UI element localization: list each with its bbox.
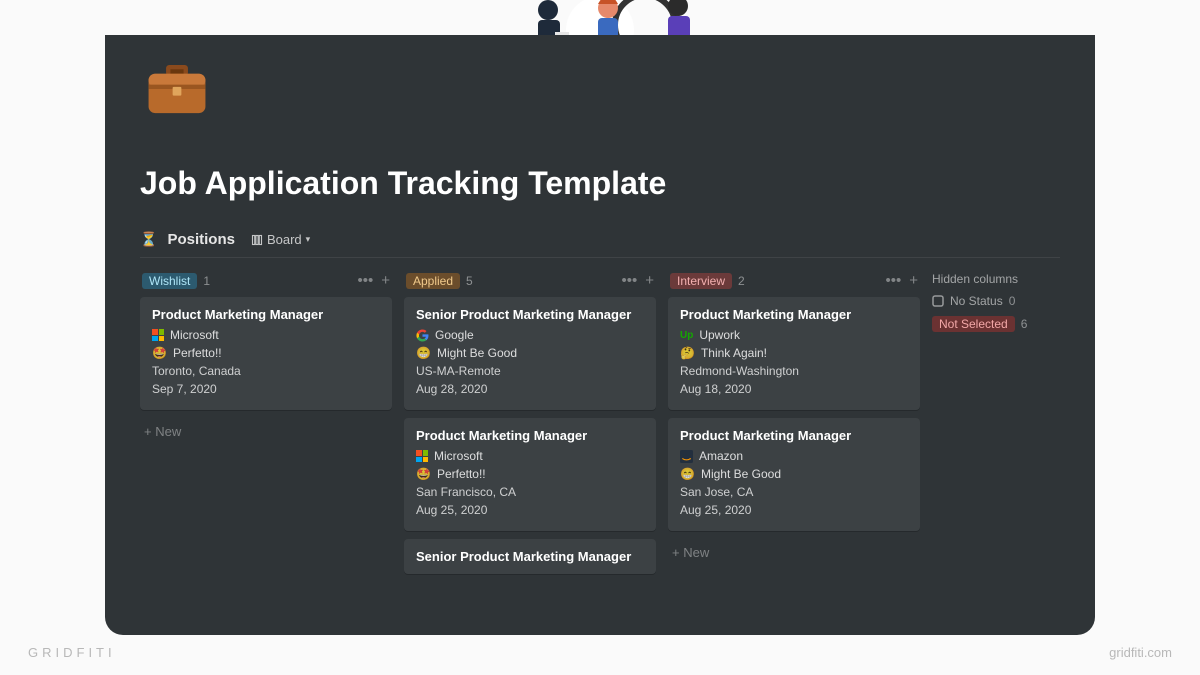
fit-emoji: 🤩	[152, 346, 167, 360]
card[interactable]: Senior Product Marketing Manager Google …	[404, 297, 656, 410]
card-title: Product Marketing Manager	[416, 428, 644, 443]
view-picker[interactable]: Board ▾	[245, 230, 316, 249]
page-title: Job Application Tracking Template	[140, 165, 1060, 202]
amazon-icon	[680, 450, 693, 463]
card[interactable]: Product Marketing Manager Up Upwork 🤔 Th…	[668, 297, 920, 410]
card-date: Aug 25, 2020	[416, 503, 644, 517]
fit-emoji: 😁	[416, 346, 431, 360]
app-window: Job Application Tracking Template ⏳ Posi…	[105, 35, 1095, 635]
database-icon: ⏳	[140, 231, 157, 248]
column-tag-not-selected: Not Selected	[932, 316, 1015, 332]
column-tag-applied[interactable]: Applied	[406, 273, 460, 289]
card-location: US-MA-Remote	[416, 364, 644, 378]
column-interview: Interview 2 ••• + Product Marketing Mana…	[668, 270, 920, 566]
chevron-down-icon: ▾	[306, 234, 311, 245]
column-count: 1	[203, 274, 210, 288]
card-location: Redmond-Washington	[680, 364, 908, 378]
new-card-button[interactable]: + New	[668, 539, 920, 566]
card-date: Aug 18, 2020	[680, 382, 908, 396]
card-title: Product Marketing Manager	[152, 307, 380, 322]
column-applied: Applied 5 ••• + Senior Product Marketing…	[404, 270, 656, 582]
card[interactable]: Product Marketing Manager Amazon 😁 Might…	[668, 418, 920, 531]
more-icon[interactable]: •••	[885, 272, 901, 289]
footer-url: gridfiti.com	[1109, 645, 1172, 660]
hidden-row-not-selected[interactable]: Not Selected 6	[932, 316, 1060, 332]
fit-emoji: 🤔	[680, 346, 695, 360]
card[interactable]: Product Marketing Manager Microsoft 🤩 Pe…	[140, 297, 392, 410]
card-company: Amazon	[699, 449, 743, 463]
board-icon	[251, 234, 263, 246]
card-title: Senior Product Marketing Manager	[416, 307, 644, 322]
board: Wishlist 1 ••• + Product Marketing Manag…	[140, 270, 1060, 582]
add-icon[interactable]: +	[645, 272, 654, 289]
card-fit: Think Again!	[701, 346, 767, 360]
fit-emoji: 🤩	[416, 467, 431, 481]
column-header: Applied 5 ••• +	[404, 270, 656, 297]
upwork-icon: Up	[680, 330, 693, 341]
card-company: Microsoft	[170, 328, 219, 342]
card-company: Microsoft	[434, 449, 483, 463]
card-date: Sep 7, 2020	[152, 382, 380, 396]
plus-icon: +	[672, 545, 680, 560]
card[interactable]: Senior Product Marketing Manager	[404, 539, 656, 574]
card-date: Aug 28, 2020	[416, 382, 644, 396]
hidden-columns-title: Hidden columns	[932, 272, 1060, 286]
card-company: Google	[435, 328, 474, 342]
card-location: San Francisco, CA	[416, 485, 644, 499]
hidden-columns: Hidden columns No Status 0 Not Selected …	[932, 270, 1060, 340]
column-tag-interview[interactable]: Interview	[670, 273, 732, 289]
card-date: Aug 25, 2020	[680, 503, 908, 517]
add-icon[interactable]: +	[381, 272, 390, 289]
microsoft-icon	[152, 329, 164, 341]
card[interactable]: Product Marketing Manager Microsoft 🤩 Pe…	[404, 418, 656, 531]
view-label: Board	[267, 232, 302, 247]
new-card-button[interactable]: + New	[140, 418, 392, 445]
card-fit: Perfetto!!	[173, 346, 222, 360]
hidden-row-label: No Status	[950, 294, 1003, 308]
column-header: Wishlist 1 ••• +	[140, 270, 392, 297]
microsoft-icon	[416, 450, 428, 462]
card-location: San Jose, CA	[680, 485, 908, 499]
column-count: 2	[738, 274, 745, 288]
fit-emoji: 😁	[680, 467, 695, 481]
card-title: Senior Product Marketing Manager	[416, 549, 644, 564]
column-wishlist: Wishlist 1 ••• + Product Marketing Manag…	[140, 270, 392, 445]
card-location: Toronto, Canada	[152, 364, 380, 378]
footer-brand: GRIDFITI	[28, 645, 116, 660]
column-header: Interview 2 ••• +	[668, 270, 920, 297]
view-row: ⏳ Positions Board ▾	[140, 230, 1060, 258]
more-icon[interactable]: •••	[357, 272, 373, 289]
column-count: 5	[466, 274, 473, 288]
hidden-row-count: 0	[1009, 294, 1016, 308]
hidden-row-count: 6	[1021, 317, 1028, 331]
more-icon[interactable]: •••	[621, 272, 637, 289]
empty-status-icon	[932, 295, 944, 307]
card-title: Product Marketing Manager	[680, 428, 908, 443]
briefcase-icon	[142, 54, 212, 124]
card-fit: Might Be Good	[437, 346, 517, 360]
google-icon	[416, 329, 429, 342]
footer: GRIDFITI gridfiti.com	[28, 645, 1172, 660]
card-title: Product Marketing Manager	[680, 307, 908, 322]
card-fit: Perfetto!!	[437, 467, 486, 481]
database-name: Positions	[167, 231, 235, 248]
add-icon[interactable]: +	[909, 272, 918, 289]
column-tag-wishlist[interactable]: Wishlist	[142, 273, 197, 289]
plus-icon: +	[144, 424, 152, 439]
card-fit: Might Be Good	[701, 467, 781, 481]
card-company: Upwork	[699, 328, 740, 342]
hidden-row-no-status[interactable]: No Status 0	[932, 294, 1060, 308]
